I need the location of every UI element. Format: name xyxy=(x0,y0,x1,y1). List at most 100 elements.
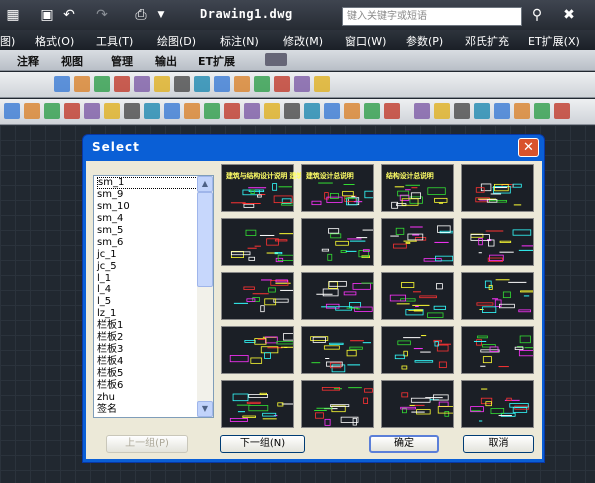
shape-icon[interactable] xyxy=(344,103,360,119)
tab-et-extend[interactable]: ET扩展 xyxy=(198,53,235,69)
tab-output[interactable]: 输出 xyxy=(155,53,177,69)
menu-item-et-extend[interactable]: ET扩展(X) xyxy=(528,33,580,49)
block-thumbnail[interactable] xyxy=(301,218,374,266)
ok-button[interactable]: 确定 xyxy=(369,435,439,453)
block-icon[interactable] xyxy=(84,103,100,119)
view-icon[interactable] xyxy=(144,103,160,119)
block-list[interactable]: sm_1 sm_9 sm_10 sm_4 sm_5 sm_6 jc_1 jc_5 l_1 l_4 l… xyxy=(93,175,214,418)
print-icon[interactable]: ⎙ xyxy=(132,6,150,24)
block-thumbnail[interactable] xyxy=(221,326,294,374)
list-item[interactable]: jc_5 xyxy=(97,261,198,273)
color-icon[interactable] xyxy=(554,103,570,119)
layer-icon[interactable] xyxy=(204,103,220,119)
block-thumbnail[interactable]: 建筑与结构设计说明 建筑与结构设计说明 xyxy=(221,164,351,212)
text-icon[interactable] xyxy=(104,103,120,119)
menu-item-draw[interactable]: 绘图(D) xyxy=(157,33,196,49)
list-item[interactable]: sm_1 xyxy=(97,177,198,189)
app-menu-icon[interactable]: ▦ xyxy=(4,6,22,24)
color-icon[interactable] xyxy=(274,76,290,92)
shape-icon[interactable] xyxy=(234,76,250,92)
layer-icon[interactable] xyxy=(44,103,60,119)
menu-item-format[interactable]: 格式(O) xyxy=(35,33,74,49)
text-icon[interactable] xyxy=(434,103,450,119)
block-thumbnail[interactable]: 建筑设计总说明 xyxy=(301,164,374,212)
block-thumbnail[interactable] xyxy=(301,272,374,320)
shape-icon[interactable] xyxy=(74,76,90,92)
list-item[interactable]: zhu xyxy=(97,392,198,404)
search-input[interactable]: 键入关键字或短语 xyxy=(342,7,522,26)
list-item[interactable]: 栏板6 xyxy=(97,380,198,392)
menu-item-window[interactable]: 窗口(W) xyxy=(345,33,386,49)
draw-icon[interactable] xyxy=(4,103,20,119)
layer-icon[interactable] xyxy=(94,76,110,92)
layer-icon[interactable] xyxy=(254,76,270,92)
list-item[interactable]: 栏板4 xyxy=(97,356,198,368)
view-icon[interactable] xyxy=(194,76,210,92)
shape-icon[interactable] xyxy=(24,103,40,119)
menu-item-dengshi[interactable]: 邓氏扩充 xyxy=(465,33,509,49)
cancel-button[interactable]: 取消 xyxy=(463,435,534,453)
save-icon[interactable]: ▣ xyxy=(38,6,56,24)
block-icon[interactable] xyxy=(244,103,260,119)
draw-icon[interactable] xyxy=(54,76,70,92)
ribbon-toggle-icon[interactable] xyxy=(265,53,287,66)
list-item[interactable]: sm_9 xyxy=(97,189,198,201)
block-thumbnail[interactable] xyxy=(221,380,294,428)
list-item[interactable]: sm_10 xyxy=(97,201,198,213)
block-thumbnail[interactable] xyxy=(381,380,454,428)
text-icon[interactable] xyxy=(264,103,280,119)
undo-icon[interactable]: ↶ xyxy=(60,6,78,24)
layer-icon[interactable] xyxy=(534,103,550,119)
list-item[interactable]: 签名 xyxy=(97,404,198,416)
scroll-thumb[interactable] xyxy=(197,192,213,287)
menu-item-tools[interactable]: 工具(T) xyxy=(96,33,133,49)
list-item[interactable]: sm_6 xyxy=(97,237,198,249)
list-item[interactable]: 栏板3 xyxy=(97,344,198,356)
block-thumbnail[interactable] xyxy=(461,272,534,320)
tab-annotate[interactable]: 注释 xyxy=(17,53,39,69)
shape-icon[interactable] xyxy=(184,103,200,119)
menu-item-partial[interactable]: 图) xyxy=(0,33,15,49)
block-thumbnail[interactable] xyxy=(301,326,374,374)
list-item[interactable]: sm_5 xyxy=(97,225,198,237)
block-thumbnail[interactable] xyxy=(381,326,454,374)
list-item[interactable]: 栏板1 xyxy=(97,320,198,332)
list-scrollbar[interactable]: ▲ ▼ xyxy=(197,176,213,417)
list-item[interactable]: jc_1 xyxy=(97,249,198,261)
tools-icon[interactable]: ✖ xyxy=(560,6,578,24)
text-icon[interactable] xyxy=(154,76,170,92)
block-thumbnail[interactable] xyxy=(381,218,454,266)
color-icon[interactable] xyxy=(384,103,400,119)
block-icon[interactable] xyxy=(414,103,430,119)
list-item[interactable]: l_4 xyxy=(97,284,198,296)
list-item[interactable]: l_5 xyxy=(97,296,198,308)
draw-icon[interactable] xyxy=(214,76,230,92)
redo-icon[interactable]: ↷ xyxy=(93,6,111,24)
view-icon[interactable] xyxy=(304,103,320,119)
list-item[interactable]: 栏板5 xyxy=(97,368,198,380)
block-thumbnail[interactable] xyxy=(221,272,294,320)
block-thumbnail[interactable] xyxy=(301,380,374,428)
list-item[interactable]: sm_4 xyxy=(97,213,198,225)
dimension-icon[interactable] xyxy=(124,103,140,119)
block-thumbnail[interactable] xyxy=(381,272,454,320)
block-thumbnail[interactable]: 结构设计总说明 xyxy=(381,164,454,212)
dimension-icon[interactable] xyxy=(454,103,470,119)
draw-icon[interactable] xyxy=(164,103,180,119)
draw-icon[interactable] xyxy=(324,103,340,119)
binoculars-icon[interactable]: ⚲ xyxy=(528,6,546,24)
next-group-button[interactable]: 下一组(N) xyxy=(220,435,305,453)
block-thumbnail[interactable] xyxy=(461,326,534,374)
draw-icon[interactable] xyxy=(494,103,510,119)
menu-item-parameters[interactable]: 参数(P) xyxy=(406,33,443,49)
list-item[interactable]: l_1 xyxy=(97,273,198,285)
text-icon[interactable] xyxy=(314,76,330,92)
scroll-down-icon[interactable]: ▼ xyxy=(197,401,213,417)
tab-manage[interactable]: 管理 xyxy=(111,53,133,69)
color-icon[interactable] xyxy=(114,76,130,92)
layer-icon[interactable] xyxy=(364,103,380,119)
list-item[interactable]: lz_1 xyxy=(97,308,198,320)
block-thumbnail[interactable] xyxy=(461,218,534,266)
color-icon[interactable] xyxy=(64,103,80,119)
block-thumbnail[interactable] xyxy=(221,218,294,266)
